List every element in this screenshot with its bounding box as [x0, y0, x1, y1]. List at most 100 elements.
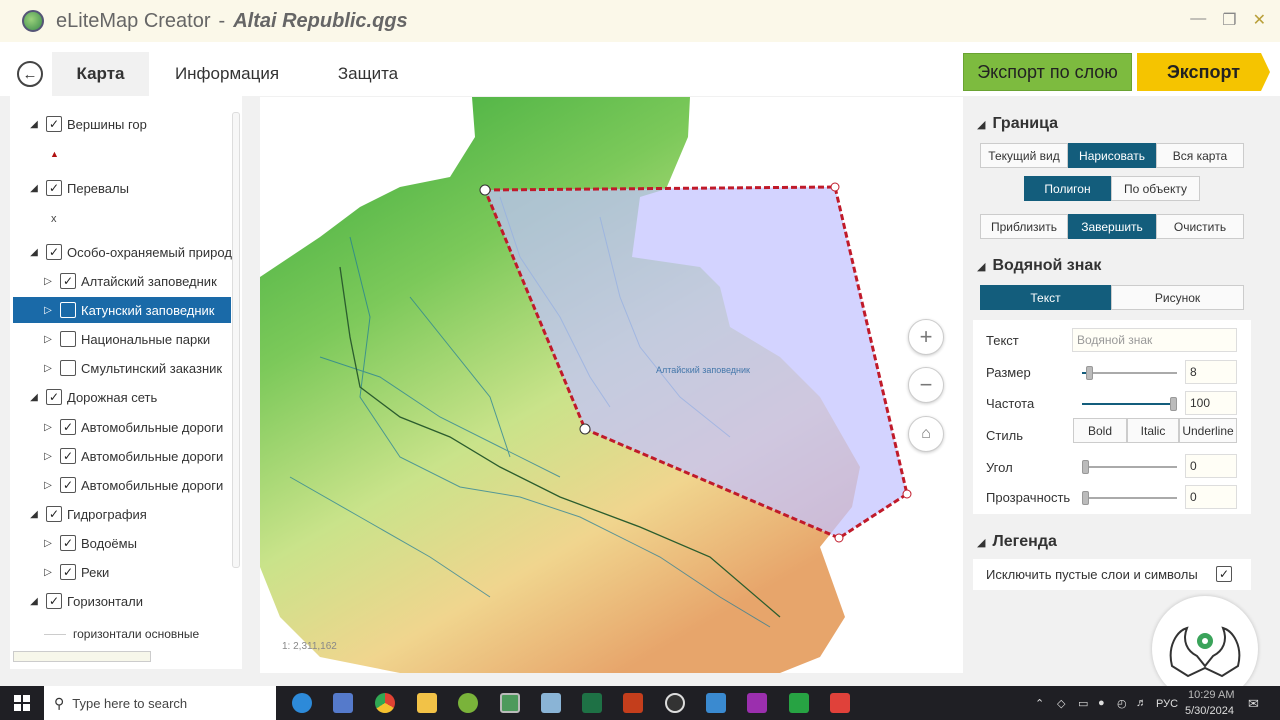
network-icon[interactable]: ◇: [1057, 697, 1065, 710]
layer-checkbox[interactable]: ✓: [60, 535, 76, 551]
expand-triangle-icon[interactable]: ▷: [42, 422, 54, 433]
collapse-triangle-icon[interactable]: ◢: [28, 596, 40, 607]
app-green-icon[interactable]: [789, 693, 809, 713]
current-view-button[interactable]: Текущий вид: [980, 143, 1068, 168]
layers-vertical-scrollbar[interactable]: [232, 112, 240, 568]
watermark-text-input[interactable]: Водяной знак: [1072, 328, 1237, 352]
expand-triangle-icon[interactable]: ▷: [42, 567, 54, 578]
bold-button[interactable]: Bold: [1073, 418, 1127, 443]
language-indicator[interactable]: РУС: [1156, 698, 1178, 710]
layer-checkbox[interactable]: ✓: [60, 419, 76, 435]
layer-row[interactable]: ▷ ✓ Автомобильные дороги: [42, 443, 230, 469]
clock-time[interactable]: 10:29 AM: [1188, 689, 1234, 701]
layer-row[interactable]: ◢ ✓ Особо-охраняемый природ: [28, 239, 248, 265]
frequency-value-input[interactable]: 100: [1185, 391, 1237, 415]
back-arrow-icon[interactable]: ←: [17, 61, 43, 87]
polygon-button[interactable]: Полигон: [1024, 176, 1111, 201]
qgis-icon[interactable]: [458, 693, 478, 713]
border-section-title[interactable]: ◢ Граница: [977, 115, 1058, 133]
folder-icon[interactable]: [417, 693, 437, 713]
layers-horizontal-scrollbar[interactable]: [13, 651, 151, 662]
layer-row[interactable]: ▷ Смультинский заказник: [42, 355, 262, 381]
watermark-text-tab[interactable]: Текст: [980, 285, 1111, 310]
restore-icon[interactable]: ❐: [1222, 10, 1236, 30]
taskbar-search-box[interactable]: ⚲ Type here to search: [44, 686, 276, 720]
italic-button[interactable]: Italic: [1127, 418, 1179, 443]
size-value-input[interactable]: 8: [1185, 360, 1237, 384]
powerpoint-icon[interactable]: [623, 693, 643, 713]
layer-checkbox[interactable]: ✓: [46, 593, 62, 609]
file-manager-icon[interactable]: [333, 693, 353, 713]
layer-checkbox[interactable]: [60, 302, 76, 318]
opacity-slider[interactable]: [1082, 491, 1177, 505]
expand-triangle-icon[interactable]: ▷: [42, 538, 54, 549]
expand-triangle-icon[interactable]: ▷: [42, 451, 54, 462]
edge-browser-icon[interactable]: [292, 693, 312, 713]
app-purple-icon[interactable]: [747, 693, 767, 713]
layer-checkbox[interactable]: ✓: [60, 564, 76, 580]
app-red-icon[interactable]: [830, 693, 850, 713]
layer-checkbox[interactable]: ✓: [46, 506, 62, 522]
opacity-value-input[interactable]: 0: [1185, 485, 1237, 509]
zoom-to-button[interactable]: Приблизить: [980, 214, 1068, 239]
tray-chevron-icon[interactable]: ⌃: [1035, 697, 1044, 710]
expand-triangle-icon[interactable]: ▷: [42, 276, 54, 287]
size-slider[interactable]: [1082, 366, 1177, 380]
draw-button[interactable]: Нарисовать: [1068, 143, 1156, 168]
zoom-out-icon[interactable]: −: [908, 367, 944, 403]
excel-icon[interactable]: [582, 693, 602, 713]
layer-checkbox[interactable]: ✓: [60, 477, 76, 493]
elitemap-icon[interactable]: [500, 693, 520, 713]
tab-map[interactable]: Карта: [52, 52, 149, 96]
layer-row[interactable]: ▷ ✓ Автомобильные дороги: [42, 472, 230, 498]
home-icon[interactable]: ⌂: [908, 416, 944, 452]
whole-map-button[interactable]: Вся карта: [1156, 143, 1244, 168]
battery-icon[interactable]: ▭: [1078, 697, 1088, 710]
layer-row-selected[interactable]: ▷ Катунский заповедник: [13, 297, 231, 323]
layer-checkbox[interactable]: ✓: [60, 448, 76, 464]
layer-row[interactable]: ▷ ✓ Реки: [42, 559, 262, 585]
layer-checkbox[interactable]: ✓: [46, 389, 62, 405]
expand-triangle-icon[interactable]: ▷: [42, 480, 54, 491]
watermark-section-title[interactable]: ◢ Водяной знак: [977, 257, 1101, 275]
minimize-icon[interactable]: —: [1190, 10, 1206, 30]
map-canvas[interactable]: Алтайский заповедник + − ⌂ 1: 2,311,162: [260, 97, 963, 673]
notes-icon[interactable]: [541, 693, 561, 713]
layer-row[interactable]: ◢ ✓ Вершины гор: [28, 111, 248, 137]
export-by-layer-button[interactable]: Экспорт по слою: [963, 53, 1132, 91]
microphone-icon[interactable]: ●: [1098, 697, 1105, 709]
layer-row[interactable]: ◢ ✓ Гидрография: [28, 501, 248, 527]
polygon-vertex-handle[interactable]: [834, 533, 844, 543]
tab-protection[interactable]: Защита: [324, 52, 412, 96]
zoom-in-icon[interactable]: +: [908, 319, 944, 355]
layer-row[interactable]: ▷ ✓ Алтайский заповедник: [42, 268, 262, 294]
by-object-button[interactable]: По объекту: [1111, 176, 1200, 201]
chrome-icon[interactable]: [375, 693, 395, 713]
polygon-vertex-handle[interactable]: [902, 489, 912, 499]
clear-button[interactable]: Очистить: [1156, 214, 1244, 239]
finish-button[interactable]: Завершить: [1068, 214, 1156, 239]
layer-row[interactable]: ▷ ✓ Водоёмы: [42, 530, 262, 556]
tab-info[interactable]: Информация: [160, 52, 294, 96]
collapse-triangle-icon[interactable]: ◢: [28, 509, 40, 520]
layer-checkbox[interactable]: ✓: [46, 180, 62, 196]
layer-row[interactable]: ◢ ✓ Горизонтали: [28, 588, 248, 614]
polygon-vertex-handle[interactable]: [579, 423, 591, 435]
layer-checkbox[interactable]: [60, 360, 76, 376]
layer-checkbox[interactable]: ✓: [46, 116, 62, 132]
frequency-slider[interactable]: [1082, 397, 1177, 411]
media-player-icon[interactable]: [665, 693, 685, 713]
polygon-vertex-handle[interactable]: [830, 182, 840, 192]
store-icon[interactable]: [706, 693, 726, 713]
underline-button[interactable]: Underline: [1179, 418, 1237, 443]
expand-triangle-icon[interactable]: ▷: [42, 305, 54, 316]
clock-date[interactable]: 5/30/2024: [1185, 705, 1234, 717]
close-icon[interactable]: ✕: [1253, 10, 1266, 30]
export-button[interactable]: Экспорт: [1137, 53, 1270, 91]
wifi-icon[interactable]: ◴: [1117, 697, 1127, 710]
expand-triangle-icon[interactable]: ▷: [42, 334, 54, 345]
windows-start-icon[interactable]: [0, 686, 44, 720]
collapse-triangle-icon[interactable]: ◢: [28, 119, 40, 130]
exclude-empty-checkbox[interactable]: ✓: [1216, 566, 1232, 582]
angle-value-input[interactable]: 0: [1185, 454, 1237, 478]
